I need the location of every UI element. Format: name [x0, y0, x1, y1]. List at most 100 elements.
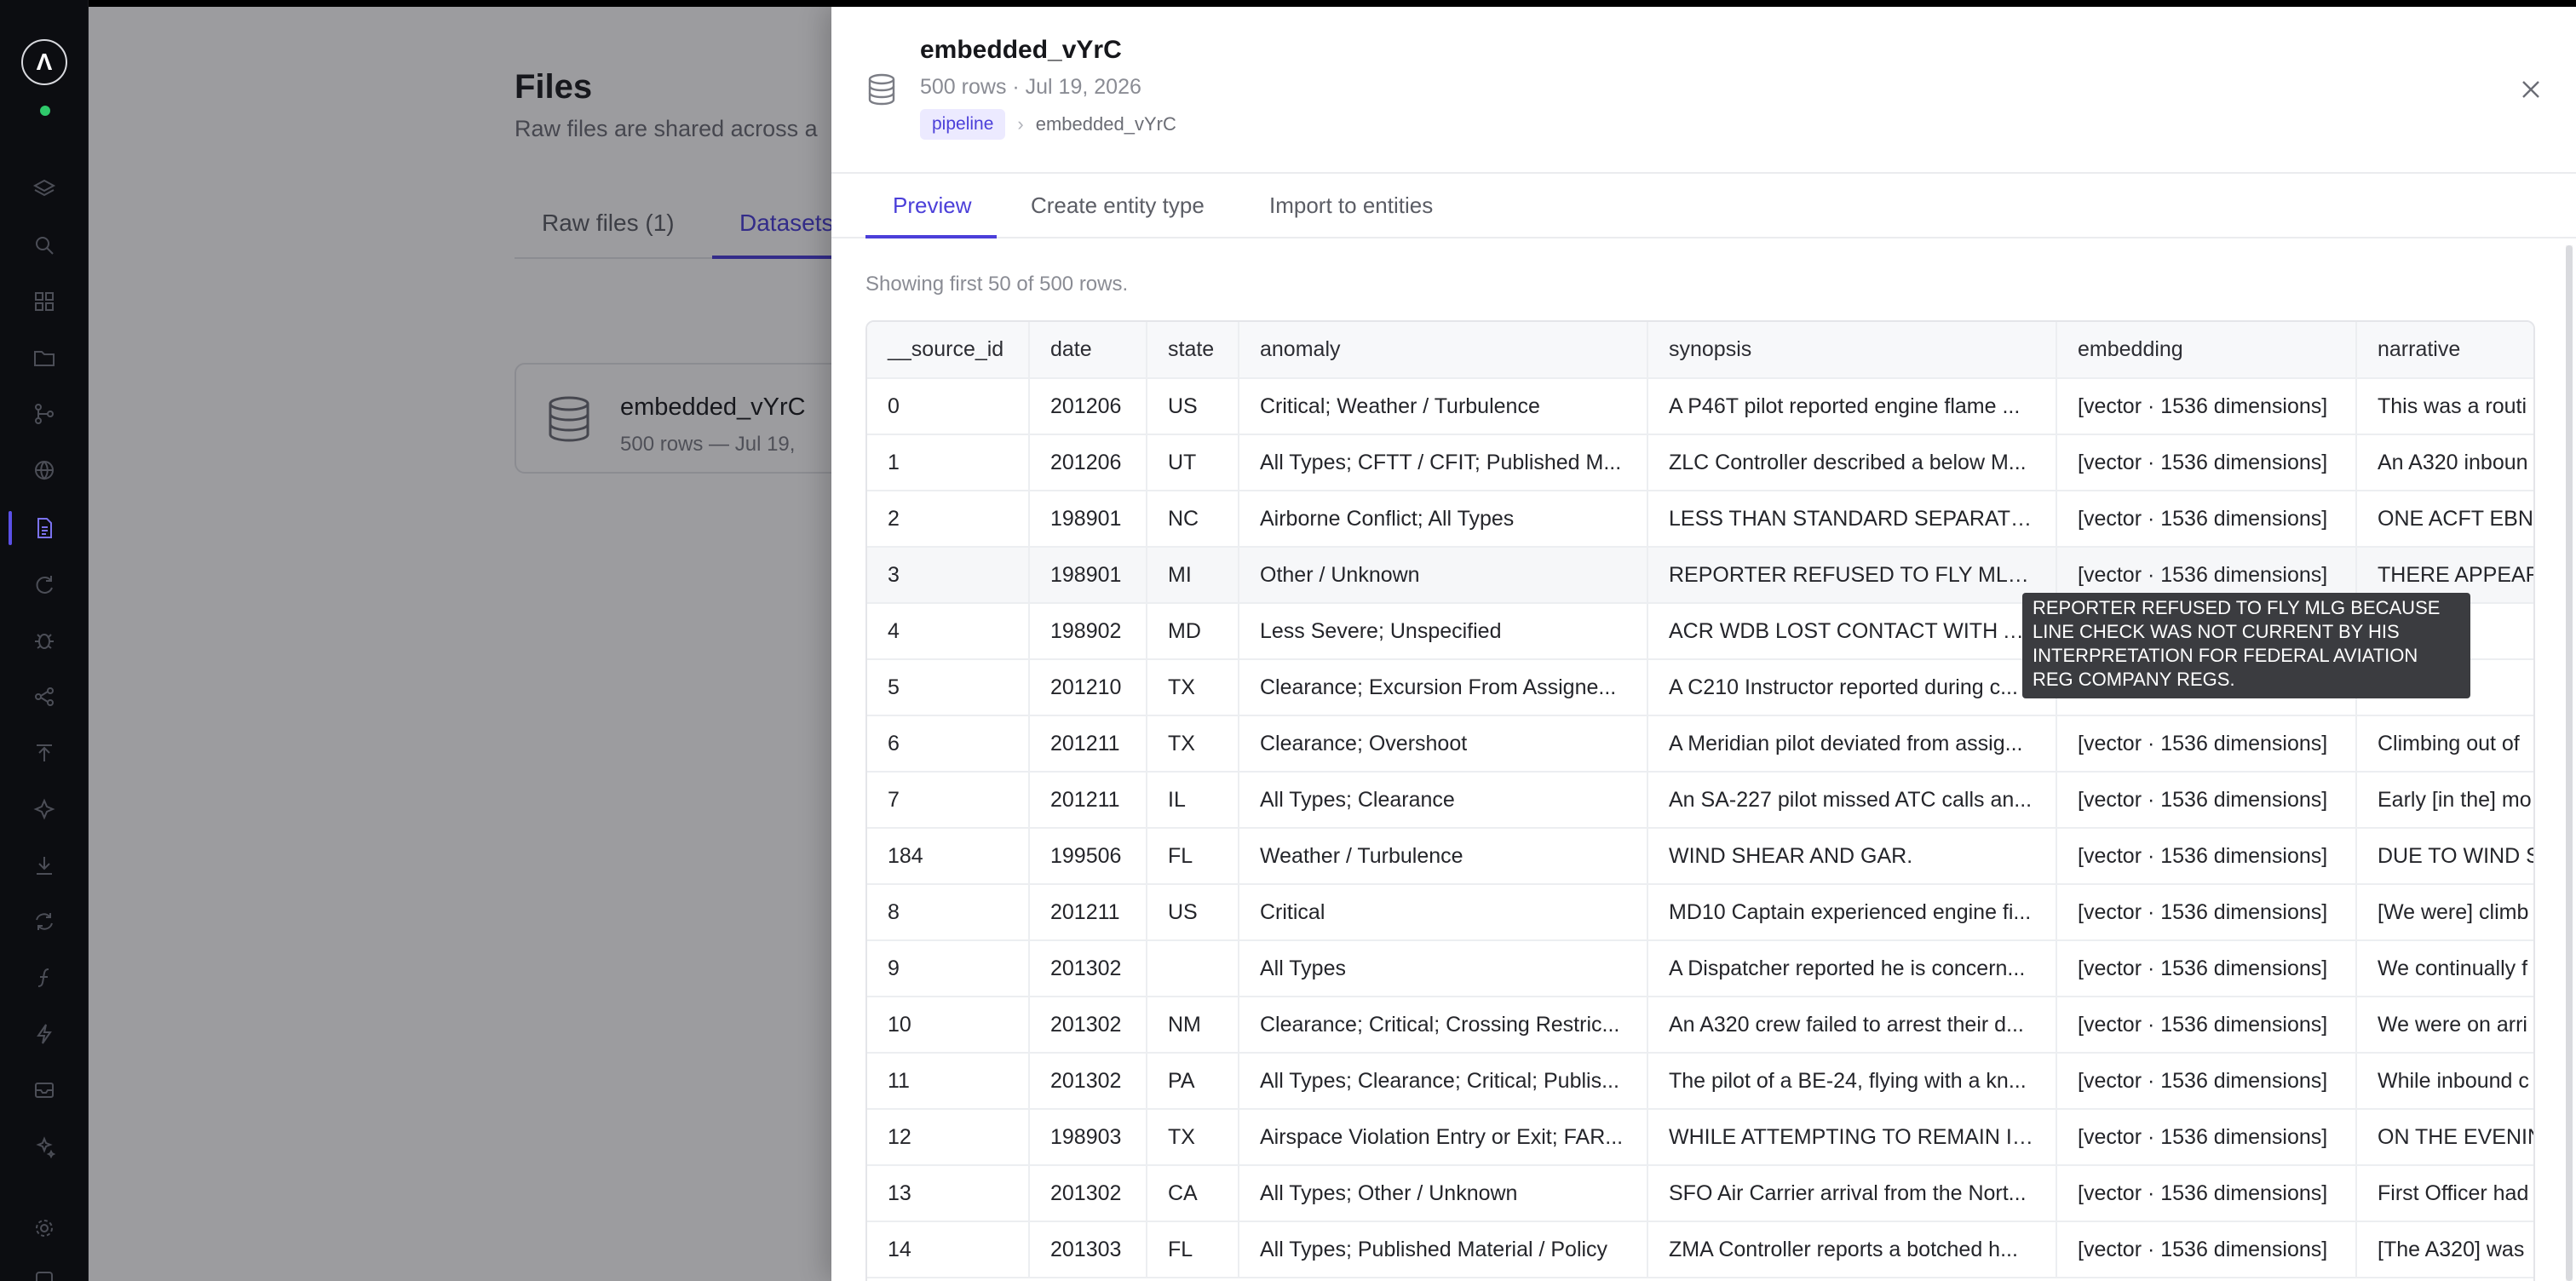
table-row[interactable]: 1 201206 UT All Types; CFTT / CFIT; Publish… [867, 434, 2533, 491]
table-cell: FL [1147, 828, 1239, 885]
table-cell: 198901 [1029, 491, 1147, 548]
table-row[interactable]: 184 199506 FL Weather / Turbulence WIND SHEA… [867, 828, 2533, 885]
share-nodes-icon[interactable] [26, 678, 63, 715]
table-row[interactable]: 7 201211 IL All Types; Clearance An SA-227 p… [867, 772, 2533, 829]
folder-icon[interactable] [26, 339, 63, 376]
row-count-note: Showing first 50 of 500 rows. [865, 273, 1129, 296]
table-cell: [vector · 1536 dimensions] [2056, 884, 2357, 941]
table-row[interactable]: 12 198903 TX Airspace Violation Entry or Ex… [867, 1109, 2533, 1166]
dataset-drawer: embedded_vYrC 500 rows · Jul 19, 2026 pi… [831, 7, 2576, 1281]
app-logo[interactable]: Λ [21, 39, 67, 85]
table-row[interactable]: 6 201211 TX Clearance; Overshoot A Meridian … [867, 715, 2533, 773]
active-tab-underline [865, 235, 997, 238]
table-cell: 2 [867, 491, 1030, 548]
column-header-embedding[interactable]: embedding [2056, 322, 2357, 379]
table-cell: [vector · 1536 dimensions] [2056, 715, 2357, 773]
sync-icon[interactable] [26, 903, 63, 940]
table-cell: REPORTER REFUSED TO FLY MLG B... [1647, 547, 2057, 604]
download-icon[interactable] [26, 847, 63, 884]
column-header-synopsis[interactable]: synopsis [1647, 322, 2057, 379]
table-cell: All Types [1239, 940, 1648, 997]
table-cell: MD10 Captain experienced engine fi... [1647, 884, 2057, 941]
column-header-date[interactable]: date [1029, 322, 1147, 379]
table-row[interactable]: 0 201206 US Critical; Weather / Turbulence A… [867, 378, 2533, 435]
file-icon[interactable] [26, 509, 63, 547]
tab-import-to-entities[interactable]: Import to entities [1269, 192, 1433, 219]
function-icon[interactable] [26, 959, 63, 997]
table-cell: 201210 [1029, 659, 1147, 716]
table-cell: All Types; Other / Unknown [1239, 1165, 1648, 1222]
table-cell: A P46T pilot reported engine flame ... [1647, 378, 2057, 435]
table-cell: 13 [867, 1165, 1030, 1222]
active-nav-indicator [9, 511, 12, 545]
table-cell: All Types; Published Material / Policy [1239, 1221, 1648, 1278]
table-row[interactable]: 10 201302 NM Clearance; Critical; Crossing … [867, 997, 2533, 1054]
breadcrumb-pipeline[interactable]: pipeline [920, 109, 1006, 140]
table-cell: WIND SHEAR AND GAR. [1647, 828, 2057, 885]
tab-preview[interactable]: Preview [893, 192, 971, 219]
table-cell: 198903 [1029, 1109, 1147, 1166]
table-cell: Less Severe; Unspecified [1239, 603, 1648, 660]
table-cell: 201302 [1029, 940, 1147, 997]
layers-icon[interactable] [26, 170, 63, 208]
table-cell: 201303 [1029, 1221, 1147, 1278]
column-header-anomaly[interactable]: anomaly [1239, 322, 1648, 379]
bug-icon[interactable] [26, 622, 63, 659]
scrollbar-thumb[interactable] [2566, 245, 2573, 1281]
sidebar-rail: Λ [0, 0, 89, 1281]
column-header-narrative[interactable]: narrative [2356, 322, 2533, 379]
table-cell: LESS THAN STANDARD SEPARATIO... [1647, 491, 2057, 548]
table-cell: [The A320] was [2356, 1221, 2533, 1278]
globe-icon[interactable] [26, 451, 63, 489]
table-cell: [vector · 1536 dimensions] [2056, 1053, 2357, 1110]
table-cell: 7 [867, 772, 1030, 829]
tab-create-entity-type[interactable]: Create entity type [1031, 192, 1205, 219]
table-cell: An A320 crew failed to arrest their d... [1647, 997, 2057, 1054]
table-cell: An SA-227 pilot missed ATC calls an... [1647, 772, 2057, 829]
sparkle-icon[interactable] [26, 790, 63, 828]
table-cell: MI [1147, 547, 1239, 604]
table-body: 0 201206 US Critical; Weather / Turbulence A… [867, 378, 2533, 1278]
table-cell: 8 [867, 884, 1030, 941]
upload-icon[interactable] [26, 734, 63, 772]
search-icon[interactable] [26, 227, 63, 264]
table-cell: [vector · 1536 dimensions] [2056, 491, 2357, 548]
table-row[interactable]: 8 201211 US Critical MD10 Captain experience… [867, 884, 2533, 941]
inbox-icon[interactable] [26, 1071, 63, 1109]
app-root: Files Raw files are shared across a Raw … [0, 0, 2576, 1281]
table-cell: 9 [867, 940, 1030, 997]
table-cell: 6 [867, 715, 1030, 773]
drawer-title: embedded_vYrC [920, 36, 1122, 64]
table-cell: [vector · 1536 dimensions] [2056, 997, 2357, 1054]
magic-icon[interactable] [26, 1128, 63, 1165]
table-cell: Clearance; Critical; Crossing Restric... [1239, 997, 1648, 1054]
table-row[interactable]: 2 198901 NC Airborne Conflict; All Types LES… [867, 491, 2533, 548]
drawer-scrollbar[interactable] [2566, 245, 2573, 1281]
preview-table: __source_id date state anomaly synopsis embed… [865, 320, 2535, 1281]
bolt-icon[interactable] [26, 1015, 63, 1053]
branch-icon[interactable] [26, 395, 63, 433]
table-cell: [vector · 1536 dimensions] [2056, 378, 2357, 435]
table-cell: Early [in the] mo [2356, 772, 2533, 829]
table-cell: An A320 inboun [2356, 434, 2533, 491]
table-cell: [vector · 1536 dimensions] [2056, 434, 2357, 491]
column-header-state[interactable]: state [1147, 322, 1239, 379]
close-icon[interactable] [2518, 77, 2544, 102]
column-header-sourceid[interactable]: __source_id [867, 322, 1030, 379]
table-header-row: __source_id date state anomaly synopsis embed… [867, 322, 2533, 379]
table-cell: The pilot of a BE-24, flying with a kn..… [1647, 1053, 2057, 1110]
table-cell: TX [1147, 1109, 1239, 1166]
account-icon[interactable] [26, 1264, 63, 1281]
table-cell: [vector · 1536 dimensions] [2056, 828, 2357, 885]
table-cell: TX [1147, 715, 1239, 773]
table-cell: US [1147, 884, 1239, 941]
table-row[interactable]: 9 201302 All Types A Dispatcher reported he… [867, 940, 2533, 997]
table-cell: MD [1147, 603, 1239, 660]
refresh-icon[interactable] [26, 566, 63, 603]
table-row[interactable]: 13 201302 CA All Types; Other / Unknown SFO … [867, 1165, 2533, 1222]
table-row[interactable]: 11 201302 PA All Types; Clearance; Critical… [867, 1053, 2533, 1110]
settings-icon[interactable] [26, 1209, 63, 1247]
table-row[interactable]: 14 201303 FL All Types; Published Material … [867, 1221, 2533, 1278]
grid-icon[interactable] [26, 283, 63, 320]
table-cell: ON THE EVENIN [2356, 1109, 2533, 1166]
